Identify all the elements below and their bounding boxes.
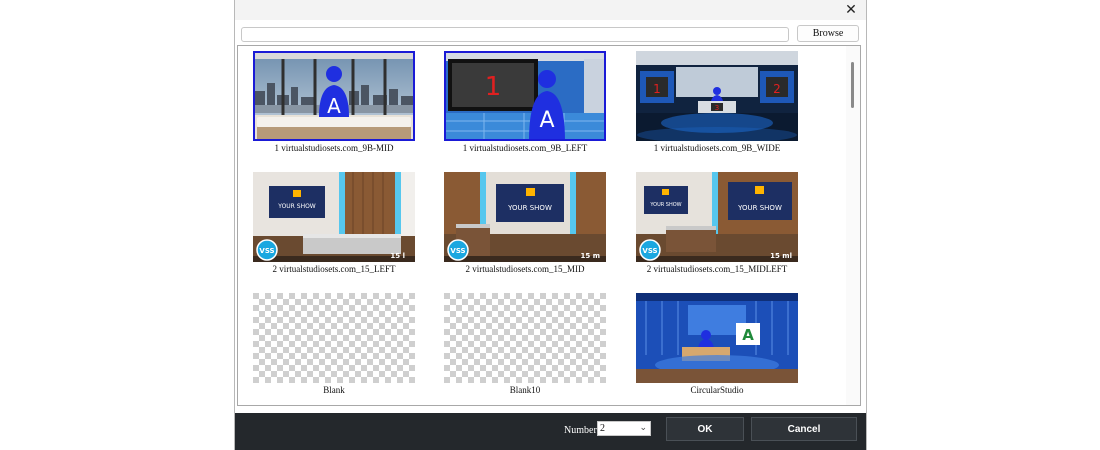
thumbnail-letter: A (539, 108, 554, 133)
thumbnail-grid: A 1 virtualstudiosets.com_9B-MID 1 A 1 v… (238, 46, 838, 405)
vss-badge: VSS (259, 247, 274, 255)
scrollbar-thumb[interactable] (851, 62, 854, 108)
thumbnail-item-9b-mid[interactable]: A 1 virtualstudiosets.com_9B-MID (253, 51, 415, 156)
ok-button[interactable]: OK (666, 417, 744, 441)
thumbnail-item-blank[interactable]: Blank (253, 293, 415, 398)
thumbnail-digit-3: 3 (715, 104, 719, 112)
thumbnail-caption: 1 virtualstudiosets.com_9B_WIDE (653, 143, 781, 153)
thumbnail-corner-label: 15 m (581, 252, 600, 260)
dialog-titlebar: ✕ (235, 0, 866, 20)
thumbnail-letter: A (327, 94, 341, 118)
thumbnail-image: A (636, 293, 798, 383)
thumbnail-image (253, 293, 415, 383)
dialog-footer: Number 2 ⌄ OK Cancel (235, 413, 866, 450)
thumbnail-caption: 2 virtualstudiosets.com_15_LEFT (272, 264, 396, 274)
cancel-button[interactable]: Cancel (751, 417, 857, 441)
thumbnail-caption: Blank10 (509, 385, 541, 395)
thumbnail-item-15-midleft[interactable]: YOUR SHOW YOUR SHOW VSS 15 ml 2 virtuals… (636, 172, 798, 277)
thumbnail-item-15-mid[interactable]: YOUR SHOW VSS 15 m 2 virtualstudiosets.c… (444, 172, 606, 277)
thumbnail-item-blank10[interactable]: Blank10 (444, 293, 606, 398)
thumbnail-logo-text: YOUR SHOW (507, 204, 552, 212)
path-input[interactable] (241, 27, 789, 42)
thumbnail-gallery: A 1 virtualstudiosets.com_9B-MID 1 A 1 v… (237, 45, 861, 406)
thumbnail-image: A (253, 51, 415, 141)
thumbnail-logo-text-right: YOUR SHOW (737, 204, 782, 212)
thumbnail-caption: 2 virtualstudiosets.com_15_MID (465, 264, 585, 274)
thumbnail-image: YOUR SHOW VSS 15 m (444, 172, 606, 262)
thumbnail-image: 1 2 3 (636, 51, 798, 141)
thumbnail-image: YOUR SHOW VSS 15 l (253, 172, 415, 262)
thumbnail-image: YOUR SHOW YOUR SHOW VSS 15 ml (636, 172, 798, 262)
thumbnail-caption: 2 virtualstudiosets.com_15_MIDLEFT (646, 264, 788, 274)
browse-button[interactable]: Browse (797, 25, 859, 42)
vss-badge: VSS (642, 247, 657, 255)
thumbnail-letter: A (742, 326, 754, 344)
thumbnail-caption: Blank (323, 385, 345, 395)
thumbnail-logo-text-left: YOUR SHOW (649, 202, 681, 208)
thumbnail-caption: 1 virtualstudiosets.com_9B-MID (274, 143, 394, 153)
number-select-value: 2 (600, 423, 605, 434)
close-icon[interactable]: ✕ (842, 1, 860, 19)
thumbnail-item-9b-left[interactable]: 1 A 1 virtualstudiosets.com_9B_LEFT (444, 51, 606, 156)
thumbnail-digit-1: 1 (653, 82, 661, 96)
chevron-down-icon: ⌄ (639, 423, 647, 433)
number-select[interactable]: 2 ⌄ (597, 421, 651, 436)
select-background-dialog: ✕ Browse A 1 virtualstudiosets.com_9B-MI… (234, 0, 867, 450)
thumbnail-item-15-left[interactable]: YOUR SHOW VSS 15 l 2 virtualstudiosets.c… (253, 172, 415, 277)
thumbnail-caption: 1 virtualstudiosets.com_9B_LEFT (462, 143, 588, 153)
thumbnail-digit-2: 2 (773, 82, 781, 96)
thumbnail-image: 1 A (444, 51, 606, 141)
thumbnail-logo-text: YOUR SHOW (277, 203, 316, 210)
thumbnail-caption: CircularStudio (690, 385, 744, 395)
thumbnail-digit: 1 (485, 72, 502, 102)
thumbnail-item-9b-wide[interactable]: 1 2 3 1 virtualstudiosets.com_9B_WIDE (636, 51, 798, 156)
number-label: Number (564, 425, 597, 436)
vss-badge: VSS (450, 247, 465, 255)
thumbnail-corner-label: 15 l (390, 252, 405, 260)
thumbnail-item-circular-studio[interactable]: A CircularStudio (636, 293, 798, 398)
vertical-scrollbar[interactable] (846, 46, 860, 405)
thumbnail-image (444, 293, 606, 383)
thumbnail-corner-label: 15 ml (770, 252, 792, 260)
